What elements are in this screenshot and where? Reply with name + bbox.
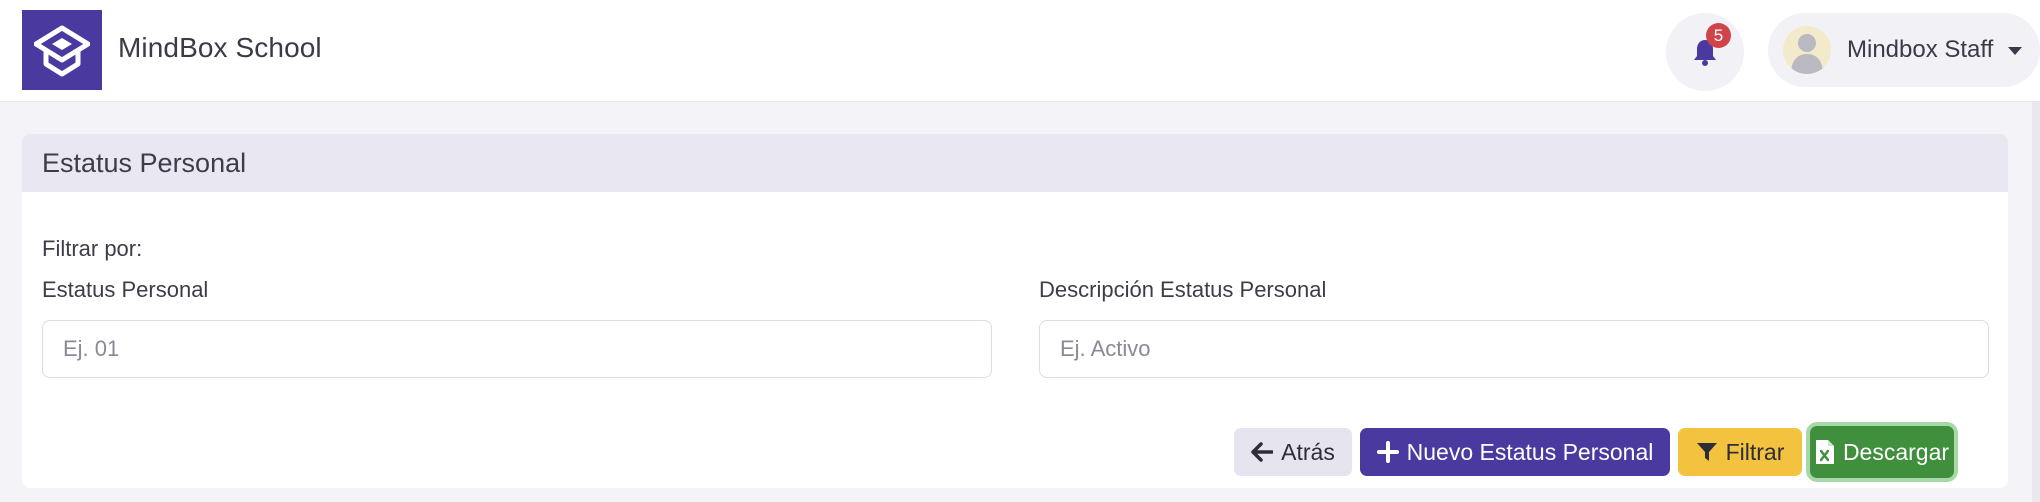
page-scrollbar[interactable]	[2032, 102, 2040, 502]
status-code-input[interactable]	[42, 320, 992, 378]
chevron-down-icon	[2008, 47, 2022, 55]
status-code-label: Estatus Personal	[42, 277, 209, 302]
back-button[interactable]: Atrás	[1234, 428, 1352, 476]
new-status-button[interactable]: Nuevo Estatus Personal	[1360, 428, 1670, 476]
new-status-button-label: Nuevo Estatus Personal	[1406, 438, 1654, 465]
user-name: Mindbox Staff	[1847, 36, 1994, 63]
brand-name[interactable]: MindBox School	[118, 32, 322, 64]
filter-button-label: Filtrar	[1725, 438, 1785, 465]
brand-logo[interactable]	[22, 10, 102, 90]
user-menu[interactable]: Mindbox Staff	[1768, 13, 2040, 87]
user-silhouette-icon	[1791, 34, 1823, 74]
card-header: Estatus Personal	[22, 134, 2008, 192]
graduation-cap-icon	[34, 25, 90, 77]
download-button-label: Descargar	[1842, 438, 1950, 465]
arrow-left-icon	[1251, 442, 1274, 462]
plus-icon	[1376, 441, 1399, 463]
filter-button[interactable]: Filtrar	[1678, 428, 1802, 476]
excel-file-icon	[1815, 440, 1834, 464]
notification-count-badge: 5	[1706, 23, 1731, 48]
page-title: Estatus Personal	[42, 148, 247, 178]
back-button-label: Atrás	[1281, 438, 1335, 465]
filter-caption: Filtrar por:	[42, 236, 143, 261]
filter-icon	[1696, 443, 1717, 461]
notifications-button[interactable]: 5	[1666, 13, 1744, 91]
status-description-input[interactable]	[1039, 320, 1989, 378]
filter-card: Estatus Personal Filtrar por: Estatus Pe…	[22, 134, 2008, 488]
avatar	[1783, 26, 1831, 74]
download-button[interactable]: Descargar	[1810, 426, 1954, 478]
top-navbar: MindBox School 5 Mindbox Staff	[0, 0, 2040, 102]
status-description-label: Descripción Estatus Personal	[1039, 277, 1327, 302]
